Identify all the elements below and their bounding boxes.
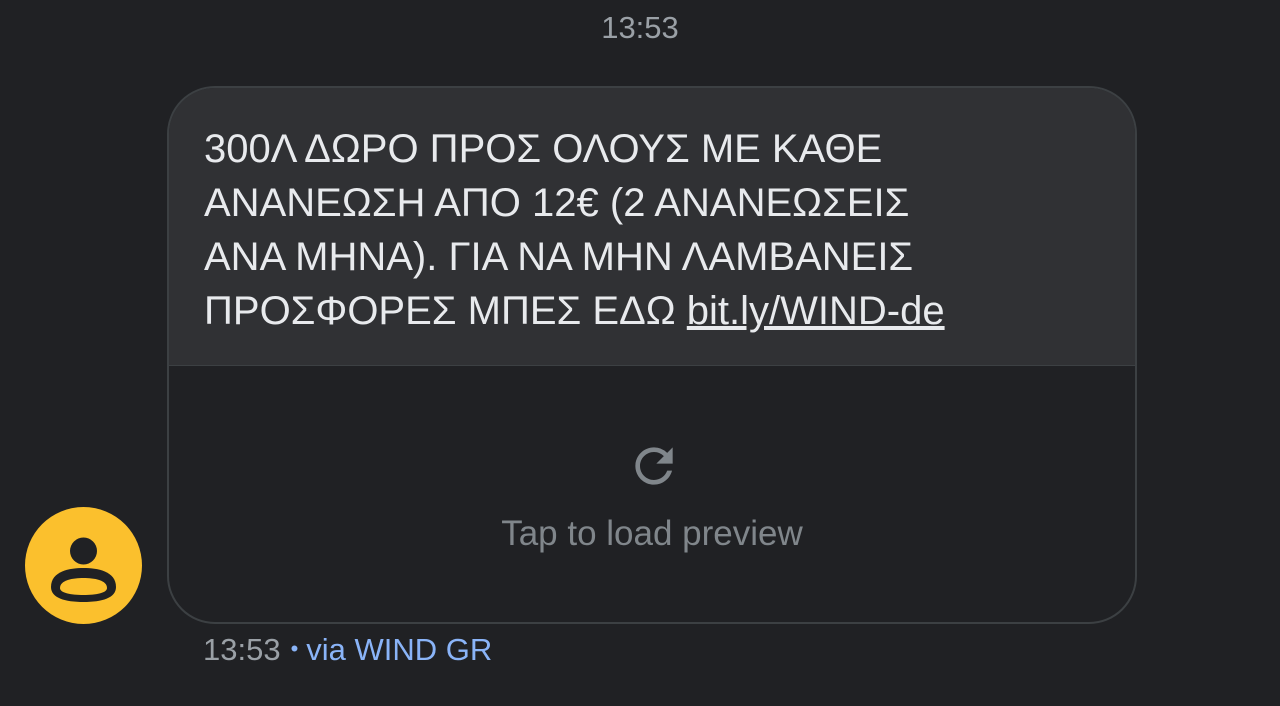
person-icon <box>51 537 116 602</box>
message-line: ΑΝΑ ΜΗΝΑ). ΓΙΑ ΝΑ ΜΗΝ ΛΑΜΒΑΝΕΙΣ <box>204 235 914 279</box>
sender-avatar[interactable] <box>25 507 142 624</box>
message-line: ΠΡΟΣΦΟΡΕΣ ΜΠΕΣ ΕΔΩ <box>204 289 687 333</box>
preview-label: Tap to load preview <box>501 514 803 553</box>
sender-name: via WIND GR <box>306 632 493 667</box>
message-footer: 13:53 • via WIND GR <box>203 632 492 668</box>
message-line: 300Λ ΔΩΡΟ ΠΡΟΣ ΟΛΟΥΣ ΜΕ ΚΑΘΕ <box>204 127 883 171</box>
message-time: 13:53 <box>203 632 281 667</box>
message-text: 300Λ ΔΩΡΟ ΠΡΟΣ ΟΛΟΥΣ ΜΕ ΚΑΘΕ ΑΝΑΝΕΩΣΗ ΑΠ… <box>169 88 1135 366</box>
refresh-icon[interactable] <box>626 438 682 494</box>
message-line: ΑΝΑΝΕΩΣΗ ΑΠΟ 12€ (2 ΑΝΑΝΕΩΣΕΙΣ <box>204 181 910 225</box>
message-link[interactable]: bit.ly/WIND-de <box>687 289 945 333</box>
link-preview[interactable]: Tap to load preview <box>169 366 1135 622</box>
conversation-timestamp: 13:53 <box>601 10 679 45</box>
message-bubble[interactable]: 300Λ ΔΩΡΟ ΠΡΟΣ ΟΛΟΥΣ ΜΕ ΚΑΘΕ ΑΝΑΝΕΩΣΗ ΑΠ… <box>167 86 1137 624</box>
footer-separator: • <box>290 636 299 661</box>
